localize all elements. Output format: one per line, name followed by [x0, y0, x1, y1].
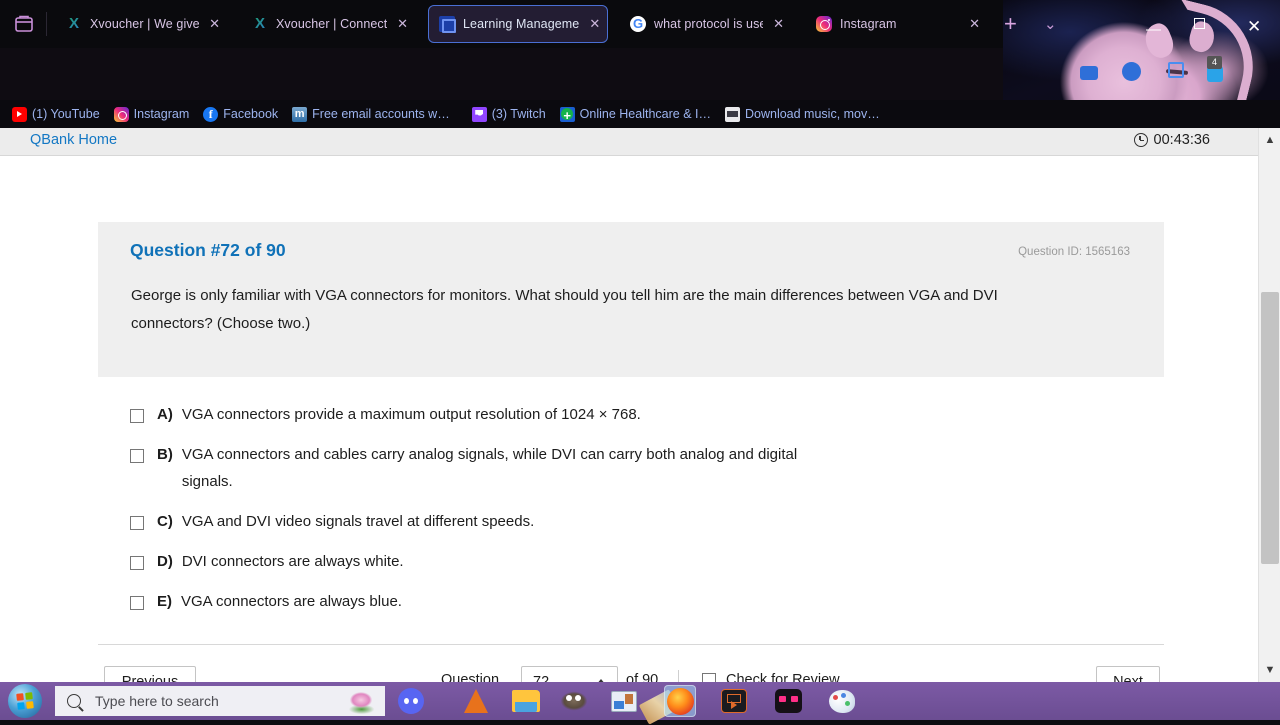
browser-tab[interactable]: what protocol is used ✕ [620, 5, 790, 43]
mail-icon: m [292, 106, 308, 122]
bookmark-item[interactable]: Download music, mov… [724, 106, 880, 122]
bookmark-item[interactable]: f Facebook [203, 106, 278, 122]
answer-checkbox-a[interactable] [130, 409, 144, 423]
scroll-up-icon[interactable]: ▲ [1259, 130, 1280, 150]
youtube-icon [12, 106, 27, 122]
browser-tab-active[interactable]: Learning Manageme ✕ [428, 5, 608, 43]
bookmark-item[interactable]: Instagram [113, 106, 189, 122]
close-icon[interactable]: ✕ [967, 16, 980, 32]
windows-logo-icon [16, 692, 34, 710]
start-button[interactable] [8, 684, 42, 718]
answer-option-d[interactable]: D) DVI connectors are always white. [130, 553, 1160, 575]
photos-icon [611, 690, 637, 712]
answer-option-a[interactable]: A) VGA connectors provide a maximum outp… [130, 406, 1160, 428]
firefox-view-icon[interactable] [12, 12, 36, 36]
facebook-icon: f [203, 106, 219, 122]
answer-checkbox-d[interactable] [130, 556, 144, 570]
scroll-down-icon[interactable]: ▼ [1259, 660, 1280, 680]
close-icon[interactable]: ✕ [1247, 18, 1261, 35]
clock-icon [1133, 133, 1148, 147]
taskbar-app-dark[interactable] [772, 685, 804, 717]
tab-list-button[interactable]: ⌄ [1044, 16, 1057, 34]
xvoucher-icon [252, 16, 268, 32]
search-placeholder: Type here to search [95, 693, 219, 709]
lotus-icon [345, 688, 377, 714]
app-icon [774, 689, 802, 713]
divider [46, 12, 47, 36]
answer-checkbox-c[interactable] [130, 516, 144, 530]
lms-icon [439, 16, 456, 33]
maximize-icon[interactable] [1194, 18, 1205, 29]
minimize-icon[interactable]: — [1146, 22, 1161, 37]
answer-option-c[interactable]: C) VGA and DVI video signals travel at d… [130, 513, 1160, 535]
close-icon[interactable]: ✕ [207, 16, 220, 32]
gimp-icon [560, 691, 588, 711]
answer-option-b[interactable]: B) VGA connectors and cables carry analo… [130, 446, 1160, 495]
question-stem: George is only familiar with VGA connect… [131, 287, 998, 332]
question-card: Question #72 of 90 Question ID: 1565163 … [98, 222, 1164, 377]
new-tab-button[interactable]: + [1004, 13, 1017, 35]
desktop-icon-badge: 4 [1207, 56, 1222, 69]
bookmarks-bar: (1) YouTube Instagram f Facebook m Free … [0, 100, 1280, 128]
taskbar-app-gimp[interactable] [558, 685, 590, 717]
qbank-header: QBank Home 00:43:36 [0, 128, 1258, 156]
desktop-icon-like[interactable] [1168, 62, 1184, 78]
browser-tab[interactable]: Xvoucher | We give y ✕ [56, 5, 226, 43]
answer-option-e[interactable]: E) VGA connectors are always blue. [130, 593, 1160, 615]
desktop-icon-account[interactable] [1122, 62, 1141, 81]
bookmark-item[interactable]: (3) Twitch [471, 106, 546, 122]
search-icon [67, 694, 81, 708]
navigation-bar: ← → ⟳ https://www.kaplanlearn.com/educat… [0, 48, 1003, 138]
paint-icon [829, 689, 855, 713]
qbank-home-link[interactable]: QBank Home [30, 132, 117, 148]
page-title: Question #72 of 90 [130, 240, 286, 260]
instagram-icon [816, 16, 832, 32]
google-icon [630, 16, 646, 32]
close-icon[interactable]: ✕ [587, 16, 600, 32]
close-icon[interactable]: ✕ [771, 16, 784, 32]
xvoucher-icon [66, 16, 82, 32]
browser-window: — ✕ 4 Xvoucher | We give y ✕ Xvoucher | … [0, 0, 1280, 138]
taskbar-app-vlc[interactable] [460, 685, 492, 717]
twitch-icon [471, 106, 487, 122]
page-scrollbar[interactable]: ▲ ▼ [1258, 128, 1280, 682]
exam-timer: 00:43:36 [1133, 132, 1210, 148]
bookmark-item[interactable]: Online Healthcare & I… [559, 106, 711, 122]
page-content: QBank Home 00:43:36 Question #72 of 90 Q… [0, 128, 1280, 698]
folder-icon [512, 690, 540, 712]
desktop-icon-mail[interactable] [1080, 66, 1098, 80]
vlc-icon [464, 689, 488, 713]
firefox-icon [666, 687, 694, 715]
divider [98, 644, 1164, 645]
close-icon[interactable]: ✕ [395, 16, 408, 32]
instagram-icon [113, 106, 129, 122]
taskbar-app-file-explorer[interactable] [510, 685, 542, 717]
taskbar-app-video-editor[interactable] [718, 685, 750, 717]
video-editor-icon [721, 689, 747, 713]
answer-checkbox-b[interactable] [130, 449, 144, 463]
discord-icon [398, 688, 424, 714]
taskbar-app-firefox[interactable] [664, 685, 696, 717]
windows-taskbar: Type here to search [0, 682, 1280, 725]
answer-checkbox-e[interactable] [130, 596, 144, 610]
download-icon [724, 106, 740, 122]
taskbar-app-paint[interactable] [826, 685, 858, 717]
bookmark-item[interactable]: (1) YouTube [12, 106, 100, 122]
scrollbar-thumb[interactable] [1261, 292, 1279, 564]
taskbar-app-photos[interactable] [608, 685, 640, 717]
browser-tab[interactable]: Instagram ✕ [806, 5, 986, 43]
taskbar-app-discord[interactable] [395, 685, 427, 717]
bookmark-item[interactable]: m Free email accounts w… [292, 106, 450, 122]
answer-options: A) VGA connectors provide a maximum outp… [130, 406, 1160, 633]
question-id: Question ID: 1565163 [1018, 246, 1130, 258]
tab-strip: Xvoucher | We give y ✕ Xvoucher | Connec… [0, 0, 1057, 48]
browser-tab[interactable]: Xvoucher | Connectin ✕ [242, 5, 414, 43]
health-icon [559, 106, 575, 122]
question-area: Question #72 of 90 Question ID: 1565163 … [0, 156, 1258, 698]
timer-value: 00:43:36 [1153, 132, 1210, 148]
